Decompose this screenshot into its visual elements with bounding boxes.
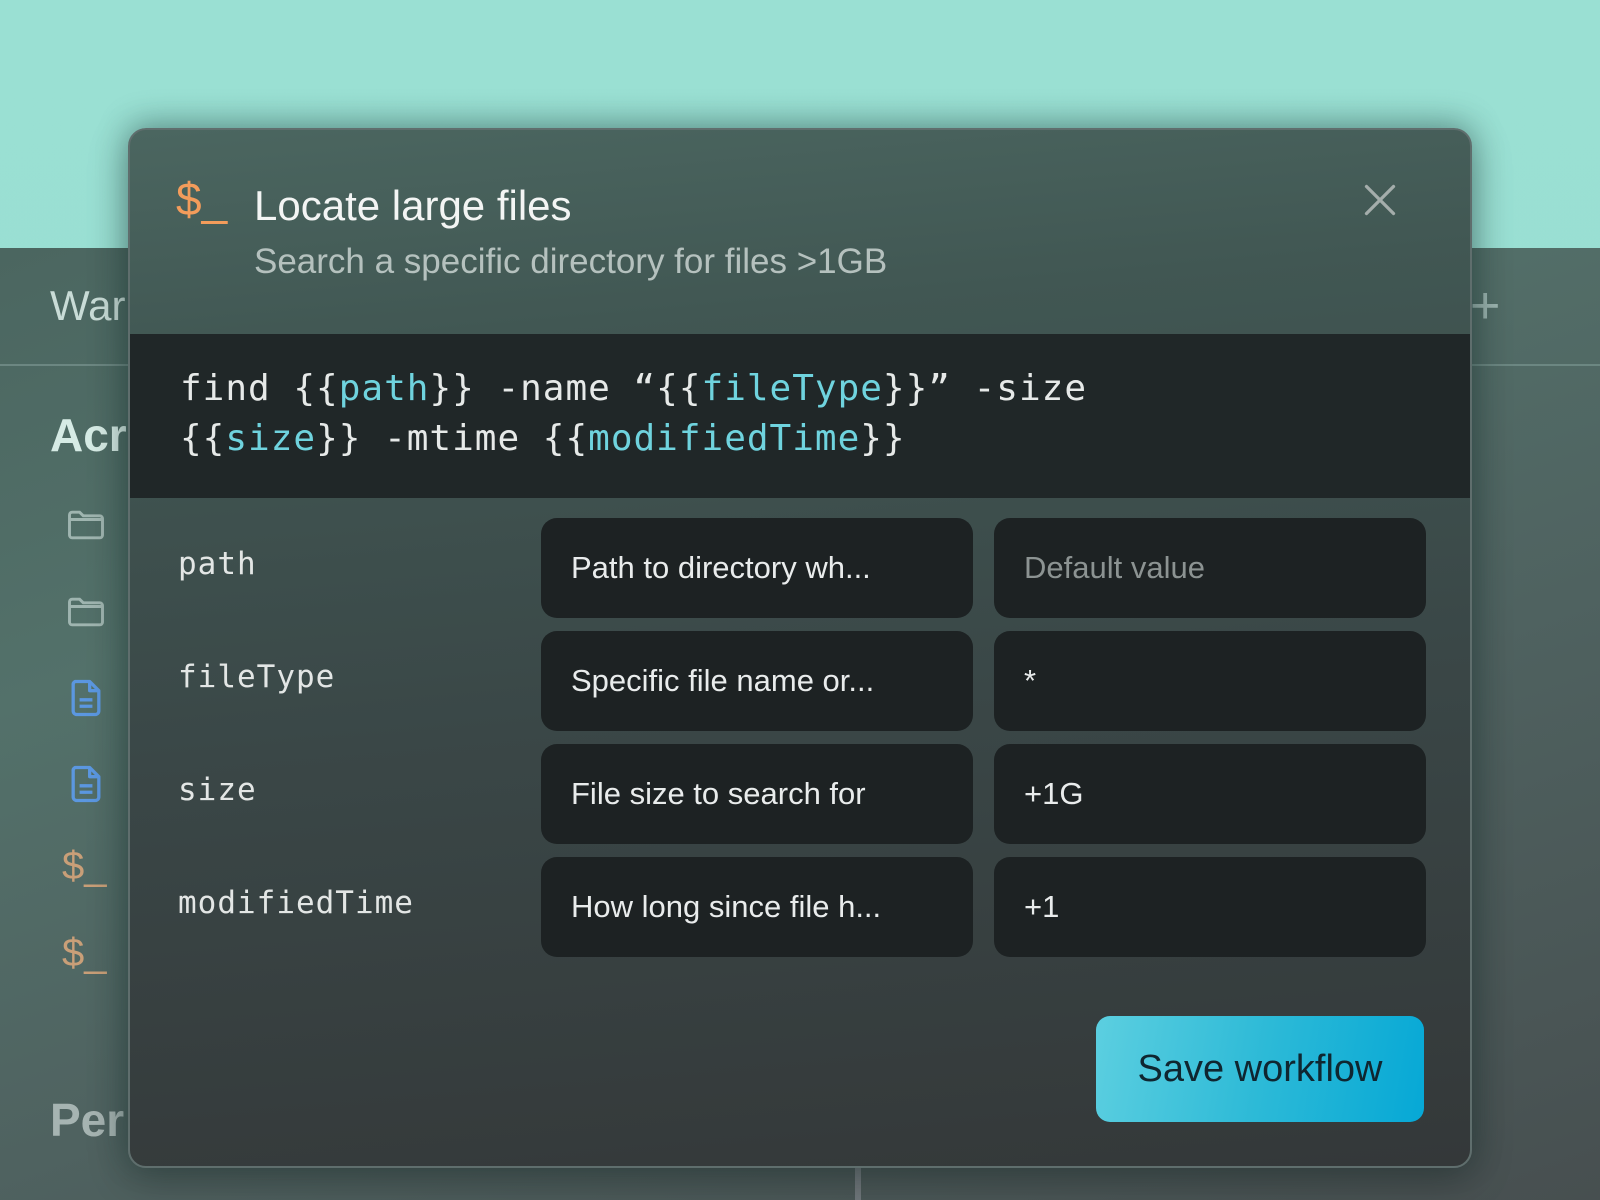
close-icon[interactable]: [1362, 182, 1398, 218]
terminal-icon[interactable]: $_: [62, 846, 107, 886]
plus-icon[interactable]: +: [1470, 280, 1500, 332]
argument-row: path: [130, 518, 1470, 618]
background-section-heading: Per: [50, 1094, 125, 1146]
folder-icon[interactable]: [64, 503, 108, 547]
argument-row: fileType: [130, 631, 1470, 731]
command-variable[interactable]: size: [225, 418, 316, 459]
command-text: {{: [180, 418, 226, 459]
command-variable[interactable]: modifiedTime: [588, 418, 860, 459]
argument-name: size: [178, 772, 257, 808]
argument-name: fileType: [178, 659, 336, 695]
document-icon[interactable]: [64, 676, 108, 720]
argument-row: size: [130, 744, 1470, 844]
command-text: }} -mtime {{: [316, 418, 589, 459]
background-title: War: [50, 282, 126, 329]
folder-icon[interactable]: [64, 590, 108, 634]
background-section-heading: Acr: [50, 409, 127, 461]
dialog-title: Locate large files: [254, 182, 572, 229]
document-icon[interactable]: [64, 762, 108, 806]
dialog-subtitle: Search a specific directory for files >1…: [254, 242, 888, 281]
command-text: }}” -size: [882, 368, 1087, 409]
save-workflow-button[interactable]: Save workflow: [1096, 1016, 1424, 1122]
argument-description-input[interactable]: [541, 744, 973, 844]
argument-description-input[interactable]: [541, 857, 973, 957]
argument-description-input[interactable]: [541, 518, 973, 618]
workflow-dialog: $_ Locate large files Search a specific …: [128, 128, 1472, 1168]
terminal-icon: $_: [176, 173, 228, 225]
argument-default-input[interactable]: [994, 857, 1426, 957]
argument-row: modifiedTime: [130, 857, 1470, 957]
command-variable[interactable]: path: [339, 368, 430, 409]
command-line: {{size}} -mtime {{modifiedTime}}: [180, 414, 1420, 464]
command-text: }} -name “{{: [429, 368, 702, 409]
argument-description-input[interactable]: [541, 631, 973, 731]
argument-default-input[interactable]: [994, 631, 1426, 731]
command-variable[interactable]: fileType: [702, 368, 883, 409]
argument-default-input[interactable]: [994, 518, 1426, 618]
command-text: find: [180, 368, 294, 409]
command-text: {{: [293, 368, 339, 409]
terminal-icon[interactable]: $_: [62, 933, 107, 973]
command-editor[interactable]: find {{path}} -name “{{fileType}}” -size…: [130, 334, 1470, 498]
command-text: }}: [860, 418, 906, 459]
command-line: find {{path}} -name “{{fileType}}” -size: [180, 364, 1420, 414]
argument-name: modifiedTime: [178, 885, 414, 921]
argument-name: path: [178, 546, 257, 582]
dialog-header: $_ Locate large files Search a specific …: [130, 130, 1470, 334]
pane-divider[interactable]: [855, 1166, 861, 1200]
argument-default-input[interactable]: [994, 744, 1426, 844]
